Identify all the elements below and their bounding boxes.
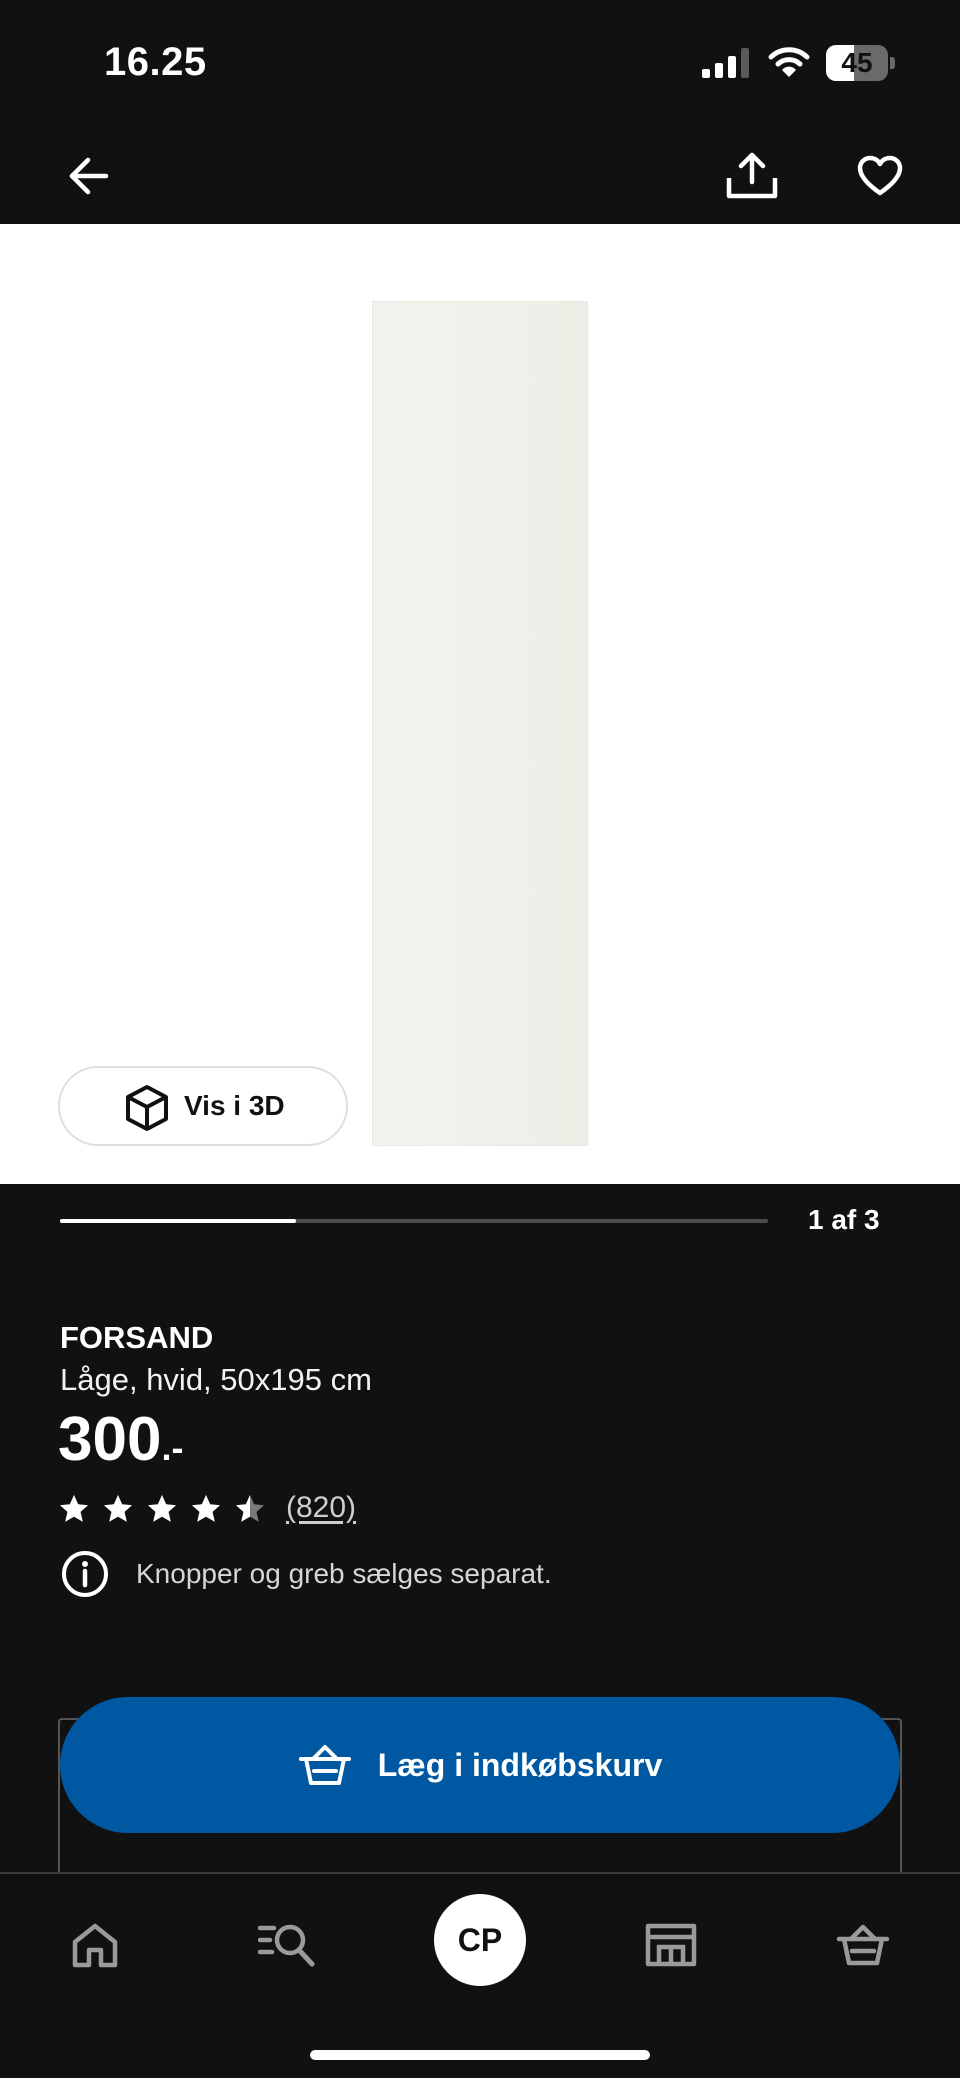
notice-text: Knopper og greb sælges separat.	[136, 1558, 552, 1589]
product-description: Låge, hvid, 50x195 cm	[60, 1362, 372, 1397]
gallery-progress-bar	[60, 1219, 768, 1223]
product-rating[interactable]: (820)	[58, 1488, 356, 1528]
favorite-button[interactable]	[848, 144, 912, 208]
battery-level: 45	[841, 47, 873, 78]
star-full-icon	[192, 1494, 220, 1522]
share-button[interactable]	[720, 144, 784, 208]
tab-store[interactable]	[626, 1900, 716, 1990]
price-suffix: .-	[161, 1427, 184, 1468]
star-half-icon	[236, 1494, 264, 1522]
arrow-left-icon	[69, 157, 109, 195]
product-image[interactable]	[372, 301, 588, 1146]
search-list-icon	[258, 1924, 315, 1967]
star-full-icon	[104, 1494, 132, 1522]
bottom-navigation: CP	[0, 1872, 960, 2078]
home-icon	[72, 1923, 118, 1968]
rating-stars	[58, 1493, 266, 1524]
share-icon	[726, 152, 778, 199]
cellular-signal-icon	[702, 48, 749, 78]
gallery-progress-fill	[60, 1219, 296, 1223]
wifi-icon	[768, 47, 810, 77]
home-indicator[interactable]	[310, 2050, 650, 2060]
tab-search[interactable]	[242, 1900, 332, 1990]
star-full-icon	[148, 1494, 176, 1522]
product-price: 300.-	[58, 1405, 183, 1483]
status-time: 16.25	[104, 40, 207, 84]
info-icon	[62, 1551, 108, 1597]
view-3d-label: Vis i 3D	[184, 1090, 285, 1121]
tab-cart[interactable]	[818, 1900, 908, 1990]
product-notice: Knopper og greb sælges separat.	[60, 1548, 552, 1600]
status-bar: 16.25 45	[0, 0, 960, 130]
product-name: FORSAND	[60, 1320, 214, 1355]
cube-icon	[126, 1085, 168, 1131]
store-icon	[645, 1923, 697, 1967]
basket-icon	[836, 1924, 890, 1966]
basket-icon	[298, 1745, 351, 1785]
price-value: 300	[58, 1405, 162, 1474]
tab-home[interactable]	[50, 1900, 140, 1990]
view-3d-button[interactable]: Vis i 3D	[58, 1066, 348, 1146]
review-count-link[interactable]: (820)	[286, 1491, 356, 1525]
product-image-gallery[interactable]: Vis i 3D	[0, 224, 960, 1184]
star-full-icon	[60, 1494, 88, 1522]
tab-profile[interactable]: CP	[434, 1894, 526, 1986]
profile-initials: CP	[457, 1921, 503, 1958]
add-to-cart-button[interactable]: Læg i indkøbskurv	[60, 1697, 900, 1833]
back-button[interactable]	[56, 144, 120, 208]
heart-icon	[857, 155, 903, 196]
gallery-page-indicator: 1 af 3	[808, 1204, 880, 1235]
add-to-cart-label: Læg i indkøbskurv	[377, 1746, 663, 1783]
battery-icon: 45	[826, 45, 896, 81]
top-navigation	[0, 130, 960, 224]
